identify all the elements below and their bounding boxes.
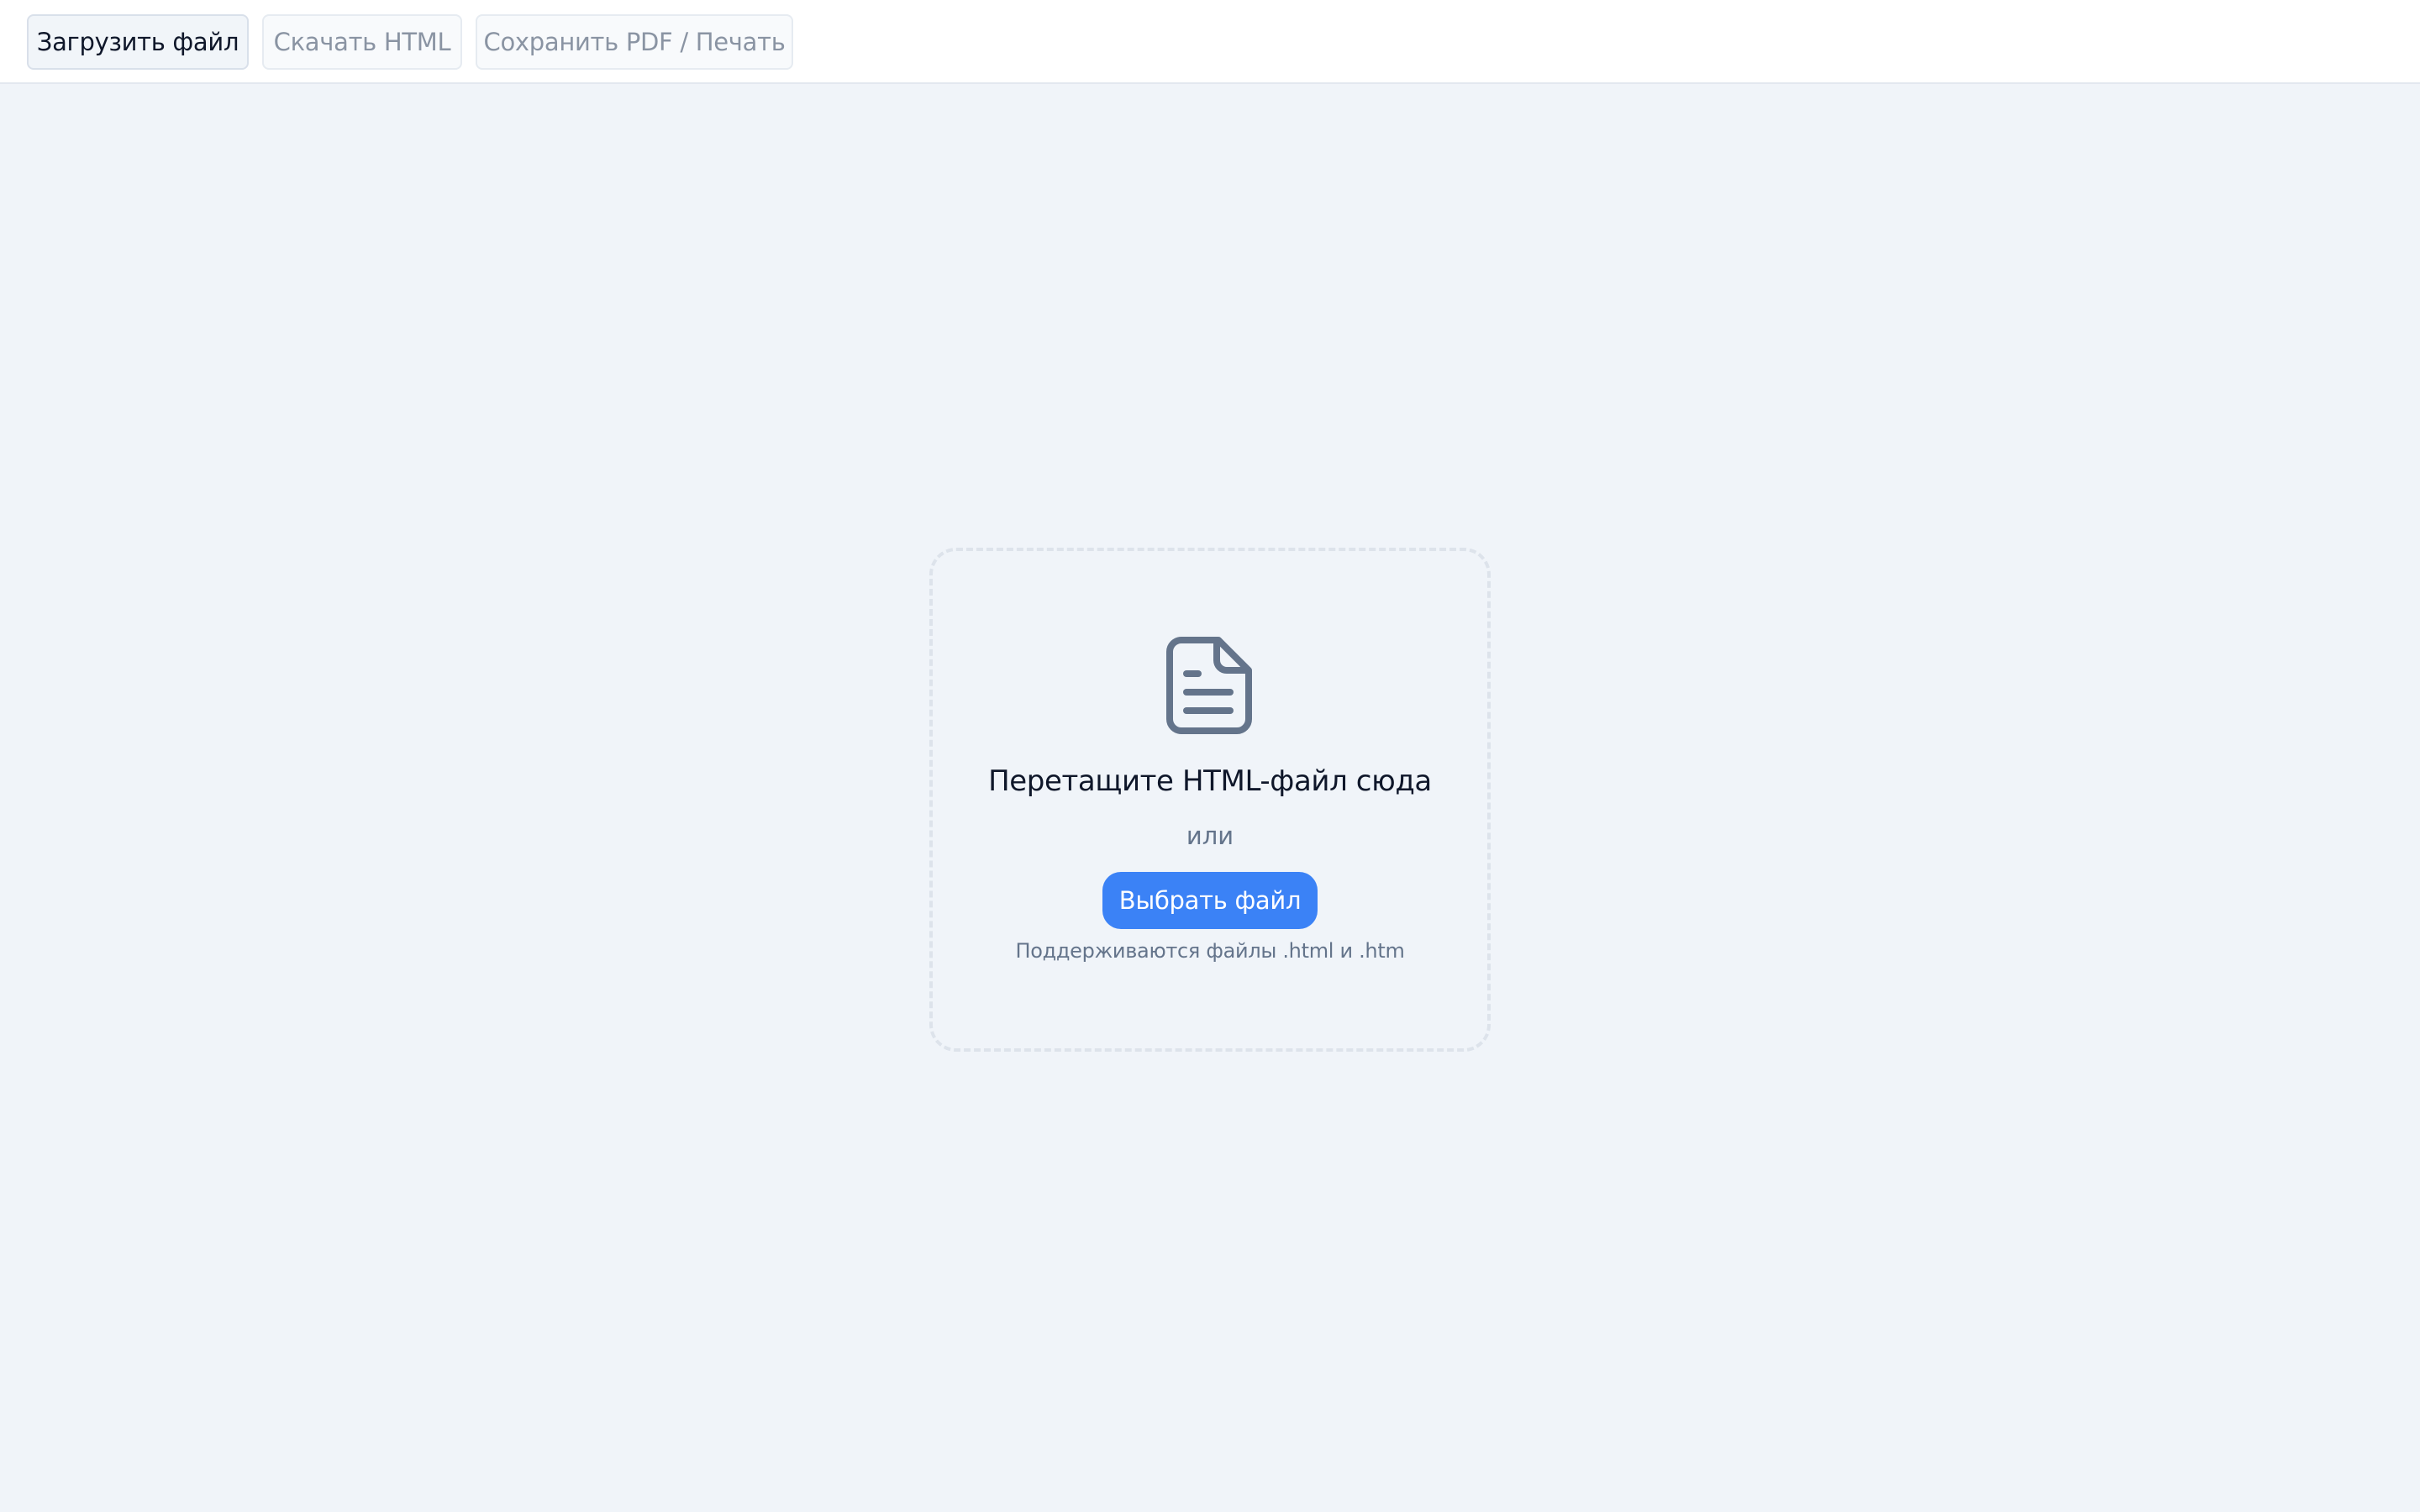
- toolbar: Загрузить файл Скачать HTML Сохранить PD…: [0, 0, 2420, 84]
- drop-zone-title: Перетащите HTML-файл сюда: [988, 764, 1432, 798]
- download-html-button[interactable]: Скачать HTML: [262, 14, 462, 70]
- supported-formats-hint: Поддерживаются файлы .html и .htm: [1015, 939, 1405, 963]
- choose-file-button[interactable]: Выбрать файл: [1102, 872, 1318, 929]
- file-drop-zone[interactable]: [929, 548, 1491, 1052]
- save-pdf-print-button[interactable]: Сохранить PDF / Печать: [476, 14, 793, 70]
- document-icon: [1166, 637, 1252, 734]
- drop-zone-or-text: или: [1186, 822, 1234, 850]
- upload-file-button[interactable]: Загрузить файл: [27, 14, 249, 70]
